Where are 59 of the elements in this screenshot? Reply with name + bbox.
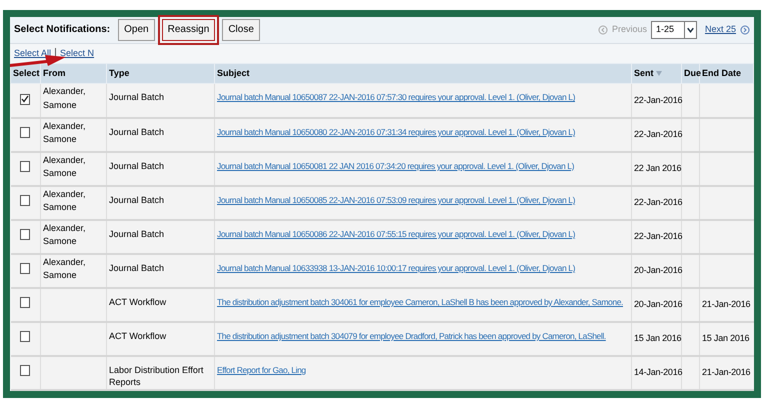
sender-name: Alexander, Samone xyxy=(43,256,86,280)
row-checkbox[interactable] xyxy=(20,195,30,206)
range-select[interactable]: 1-25 xyxy=(650,20,697,39)
end-date: 21-Jan-2016 xyxy=(702,367,750,378)
sender-name: Alexander, Samone xyxy=(43,120,86,144)
notification-type: Journal Batch xyxy=(109,262,164,273)
notification-type: ACT Workflow xyxy=(109,330,166,341)
sent-date: 15 Jan 2016 xyxy=(634,333,682,344)
check-icon xyxy=(21,95,30,104)
notification-type: Journal Batch xyxy=(109,126,164,137)
notification-type: Journal Batch xyxy=(109,194,164,205)
sort-icon xyxy=(656,71,662,76)
column-header: Type xyxy=(106,64,214,84)
notification-type: Labor Distribution Effort Reports xyxy=(109,364,204,388)
notification-type: ACT Workflow xyxy=(109,296,166,307)
subject-link[interactable]: Journal batch Manual 10633938 13-JAN-2016 10:00:17 requires your approval. Level 1. (Oliver, Djovan L) xyxy=(217,262,629,275)
sent-date: 22-Jan-2016 xyxy=(634,231,682,242)
column-header: Subject xyxy=(214,64,632,84)
row-checkbox[interactable] xyxy=(20,229,30,240)
subject-link[interactable]: Journal batch Manual 10650080 22-JAN-2016 07:31:34 requires your approval. Level 1. (Oliver, Djovan L) xyxy=(217,126,629,139)
dropdown-icon xyxy=(684,22,696,38)
sent-date: 14-Jan-2016 xyxy=(634,367,682,378)
subject-link[interactable]: Journal batch Manual 10650087 22-JAN-2016 07:57:30 requires your approval. Level 1. (Oliver, Djovan L) xyxy=(217,91,629,104)
notification-type: Journal Batch xyxy=(109,228,164,239)
row-checkbox[interactable] xyxy=(20,263,30,274)
sender-name: Alexander, Samone xyxy=(43,86,86,110)
previous-icon xyxy=(598,24,608,35)
subject-link[interactable]: The distribution adjustment batch 304079 for employee Dradford, Patrick has been approved by Cameron, LaShell. xyxy=(217,330,629,343)
toolbar-label: Select Notifications: xyxy=(14,23,110,38)
row-checkbox[interactable] xyxy=(20,127,30,138)
sender-name: Alexander, Samone xyxy=(43,222,86,246)
row-checkbox[interactable] xyxy=(20,297,30,308)
sent-date: 22-Jan-2016 xyxy=(634,197,682,208)
row-checkbox[interactable] xyxy=(20,161,30,172)
subject-link[interactable]: Journal batch Manual 10650081 22 JAN 2016 07:34:20 requires your approval. Level 1. (Oliver, Djovan L) xyxy=(217,160,629,173)
row-checkbox[interactable] xyxy=(20,331,30,342)
toolbar-button[interactable]: Close xyxy=(222,18,260,41)
row-checkbox[interactable] xyxy=(20,94,30,105)
previous-link[interactable]: Previous xyxy=(612,23,647,37)
end-date: 21-Jan-2016 xyxy=(702,299,750,310)
notification-type: Journal Batch xyxy=(109,92,164,102)
sent-date: 22 Jan 2016 xyxy=(634,163,682,174)
subject-link[interactable]: Journal batch Manual 10650086 22-JAN-2016 07:55:15 requires your approval. Level 1. (Oliver, Djovan L) xyxy=(217,228,629,241)
sent-date: 20-Jan-2016 xyxy=(634,265,682,276)
sent-date: 20-Jan-2016 xyxy=(634,299,682,310)
subject-link[interactable]: The distribution adjustment batch 304061 for employee Cameron, LaShell B has been approved by Alexander, Samone. xyxy=(217,296,629,309)
selection-link[interactable]: Select N xyxy=(60,46,94,60)
end-date: 15 Jan 2016 xyxy=(702,333,750,344)
subject-link[interactable]: Effort Report for Gao, Ling xyxy=(217,364,629,377)
sent-date: 22-Jan-2016 xyxy=(634,129,682,140)
subject-link[interactable]: Journal batch Manual 10650085 22-JAN-2016 07:53:09 requires your approval. Level 1. (Oliver, Djovan L) xyxy=(217,194,629,207)
row-checkbox[interactable] xyxy=(20,365,30,376)
next-icon xyxy=(740,24,750,35)
next-link[interactable]: Next 25 xyxy=(704,23,736,37)
sent-date: 22-Jan-2016 xyxy=(634,94,682,105)
notification-type: Journal Batch xyxy=(109,160,164,171)
toolbar-button[interactable]: Open xyxy=(118,18,155,41)
sender-name: Alexander, Samone xyxy=(43,154,86,178)
sender-name: Alexander, Samone xyxy=(43,188,86,212)
